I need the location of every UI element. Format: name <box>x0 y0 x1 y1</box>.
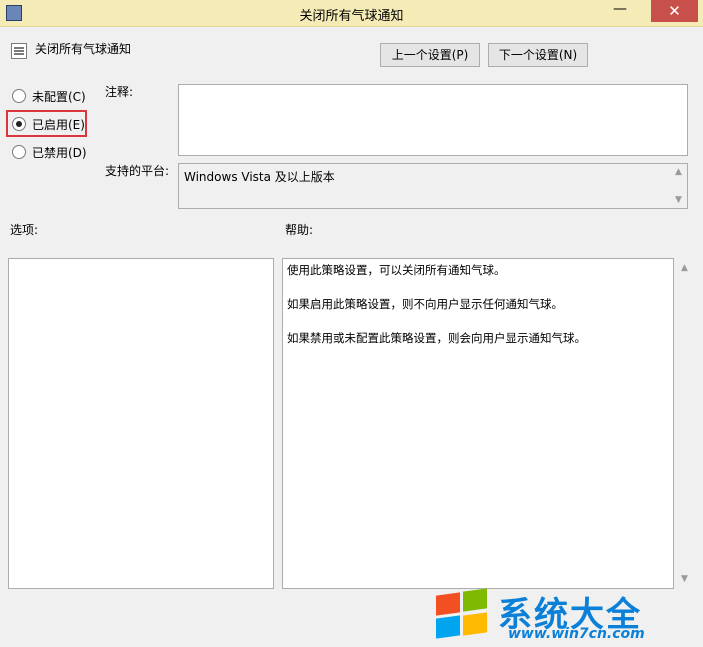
scroll-down-icon[interactable]: ▼ <box>670 192 687 208</box>
scroll-up-icon[interactable]: ▲ <box>676 260 693 276</box>
platform-field: Windows Vista 及以上版本 ▲ ▼ <box>178 163 688 209</box>
radio-not-configured[interactable] <box>12 89 26 103</box>
help-paragraph: 如果启用此策略设置，则不向用户显示任何通知气球。 <box>287 297 563 311</box>
platform-label: 支持的平台: <box>105 164 170 178</box>
radio-disabled-label[interactable]: 已禁用(D) <box>32 144 87 161</box>
policy-name: 关闭所有气球通知 <box>35 42 132 56</box>
help-panel: 使用此策略设置，可以关闭所有通知气球。 如果启用此策略设置，则不向用户显示任何通… <box>282 258 674 589</box>
platform-scrollbar[interactable]: ▲ ▼ <box>670 164 687 208</box>
options-label: 选项: <box>10 223 39 237</box>
watermark: 系统大全 www.win7cn.com <box>422 584 703 647</box>
help-paragraph: 如果禁用或未配置此策略设置，则会向用户显示通知气球。 <box>287 331 586 345</box>
previous-setting-button[interactable]: 上一个设置(P) <box>380 43 480 67</box>
radio-not-configured-label[interactable]: 未配置(C) <box>32 88 86 105</box>
comment-label: 注释: <box>105 85 134 99</box>
window-title: 关闭所有气球通知 <box>299 9 404 24</box>
help-text: 使用此策略设置，可以关闭所有通知气球。 如果启用此策略设置，则不向用户显示任何通… <box>287 264 667 366</box>
minimize-button[interactable]: — <box>603 0 637 24</box>
title-bar: 关闭所有气球通知 — ✕ <box>0 0 703 27</box>
help-paragraph: 使用此策略设置，可以关闭所有通知气球。 <box>287 263 506 277</box>
watermark-url: www.win7cn.com <box>508 626 645 642</box>
scroll-up-icon[interactable]: ▲ <box>670 164 687 180</box>
radio-disabled[interactable] <box>12 145 26 159</box>
policy-icon <box>11 43 27 59</box>
next-setting-button[interactable]: 下一个设置(N) <box>488 43 588 67</box>
close-button[interactable]: ✕ <box>651 0 698 22</box>
platform-value: Windows Vista 及以上版本 <box>184 170 335 184</box>
help-label: 帮助: <box>285 223 314 237</box>
enabled-highlight-box <box>6 110 87 137</box>
options-panel <box>8 258 274 589</box>
comment-textarea[interactable] <box>178 84 688 156</box>
windows-logo-icon <box>428 588 492 640</box>
help-scrollbar[interactable]: ▲ ▼ <box>676 258 693 589</box>
